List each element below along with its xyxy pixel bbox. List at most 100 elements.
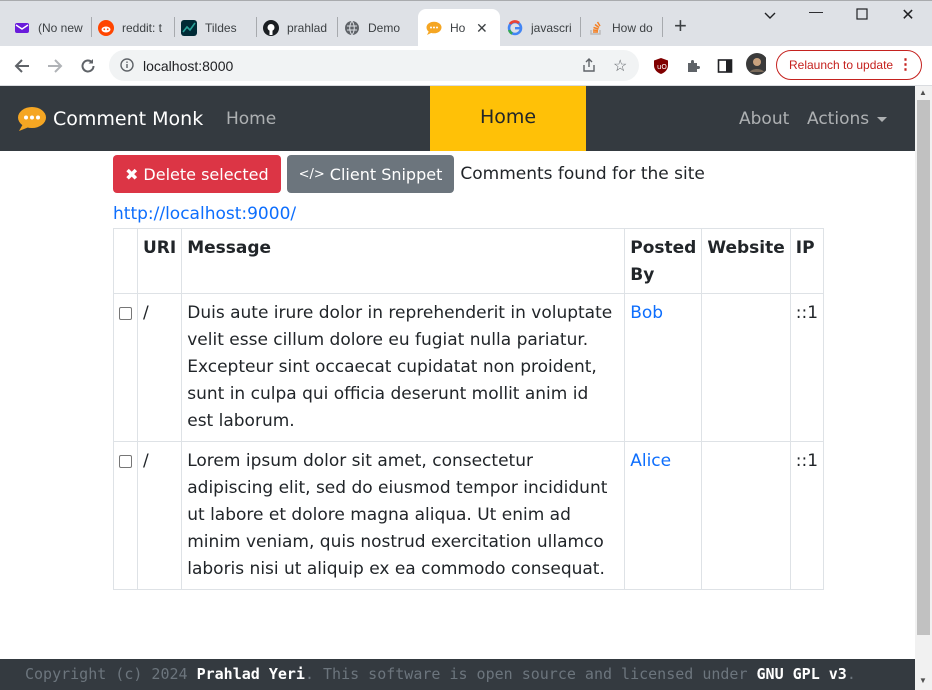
tab-label: Demo — [368, 21, 401, 35]
close-window-icon[interactable]: ✕ — [898, 5, 918, 25]
ip-cell: ::1 — [789, 441, 825, 590]
site-info-icon[interactable] — [120, 58, 134, 77]
message-cell: Lorem ipsum dolor sit amet, consectetur … — [181, 441, 626, 590]
tab-tildes[interactable]: Tildes — [181, 9, 253, 47]
tab-reddit[interactable]: reddit: t — [98, 9, 168, 47]
client-snippet-button[interactable]: </> Client Snippet — [286, 155, 455, 193]
header-website: Website — [701, 228, 791, 294]
website-cell — [701, 293, 791, 442]
comment-logo-icon — [18, 107, 46, 131]
footer-license: GNU GPL v3 — [756, 665, 847, 683]
nav-actions-label: Actions — [807, 109, 870, 129]
caret-down-icon — [877, 116, 888, 122]
browser-toolbar: localhost:8000 ☆ uO Relaunch to update ⋮ — [0, 46, 932, 86]
header-uri: URI — [136, 228, 183, 294]
tildes-icon — [181, 20, 197, 36]
relaunch-update-button[interactable]: Relaunch to update ⋮ — [776, 50, 922, 80]
header-ip: IP — [789, 228, 825, 294]
header-posted-by: Posted By — [624, 228, 703, 294]
uri-cell: / — [136, 441, 183, 590]
github-icon — [263, 20, 279, 36]
table-row: / Duis aute irure dolor in reprehenderit… — [113, 293, 825, 442]
side-panel-icon[interactable] — [715, 56, 735, 76]
comment-icon — [426, 20, 442, 36]
comments-table: URI Message Posted By Website IP / Duis … — [113, 228, 825, 590]
select-cell — [113, 293, 138, 442]
share-icon[interactable] — [581, 57, 597, 78]
ip-cell: ::1 — [789, 293, 825, 442]
globe-icon — [344, 20, 360, 36]
google-icon — [507, 20, 523, 36]
ublock-icon[interactable]: uO — [651, 56, 671, 76]
footer-suffix: . — [846, 665, 856, 683]
reddit-icon — [98, 20, 114, 36]
tab-label: Ho — [450, 21, 466, 35]
url-text[interactable]: localhost:8000 — [143, 58, 233, 74]
action-row: ✖ Delete selected </> Client Snippet Com… — [113, 155, 705, 193]
new-tab-icon[interactable]: + — [674, 15, 687, 37]
forward-icon[interactable] — [43, 54, 67, 78]
uri-cell: / — [136, 293, 183, 442]
extensions-puzzle-icon[interactable] — [683, 56, 703, 76]
page-scrollbar[interactable]: ▲ ▼ — [915, 86, 932, 690]
tab-search-chevron-icon[interactable] — [760, 7, 780, 23]
posted-by-link[interactable]: Alice — [624, 441, 703, 590]
nav-about-link[interactable]: About — [739, 109, 789, 129]
nav-home-link[interactable]: Home — [226, 109, 276, 129]
row-checkbox[interactable] — [119, 307, 132, 320]
tab-label: javascri — [531, 21, 572, 35]
scroll-up-icon[interactable]: ▲ — [919, 88, 927, 97]
tab-comment-monk[interactable]: Ho ✕ — [418, 9, 500, 47]
brand-link[interactable]: Comment Monk — [17, 106, 203, 132]
select-cell — [113, 441, 138, 590]
address-bar[interactable]: localhost:8000 ☆ — [109, 50, 639, 81]
row-checkbox[interactable] — [119, 455, 132, 468]
tab-github[interactable]: prahlad — [263, 9, 331, 47]
page-footer: Copyright (c) 2024 Prahlad Yeri. This so… — [0, 659, 915, 690]
close-icon[interactable]: ✕ — [476, 20, 488, 37]
client-snippet-label: Client Snippet — [329, 164, 443, 184]
tab-label: reddit: t — [122, 21, 163, 35]
app-navbar: Comment Monk Home Home About Actions — [0, 86, 915, 151]
tab-google[interactable]: javascri — [507, 9, 577, 47]
footer-author: Prahlad Yeri — [196, 665, 305, 683]
stackoverflow-icon — [588, 20, 604, 36]
tab-mail[interactable]: (No new — [14, 9, 84, 47]
minimize-icon[interactable]: — — [806, 3, 826, 19]
comments-found-text: Comments found for the site — [460, 164, 705, 184]
tab-demo[interactable]: Demo — [344, 9, 414, 47]
code-icon: </> — [298, 166, 325, 182]
footer-prefix: Copyright (c) 2024 — [25, 665, 197, 683]
more-menu-icon[interactable]: ⋮ — [898, 56, 913, 74]
scroll-down-icon[interactable]: ▼ — [919, 676, 927, 685]
profile-avatar[interactable] — [746, 53, 766, 75]
tab-label: prahlad — [287, 21, 328, 35]
nav-actions-dropdown[interactable]: Actions — [807, 109, 888, 129]
tab-stackoverflow[interactable]: How do — [588, 9, 658, 47]
site-url-link[interactable]: http://localhost:9000/ — [113, 204, 296, 224]
nav-home-active[interactable]: Home — [430, 86, 586, 151]
relaunch-label: Relaunch to update — [789, 58, 894, 72]
mail-icon — [14, 20, 30, 36]
maximize-icon[interactable] — [852, 7, 872, 23]
brand-name: Comment Monk — [53, 108, 204, 130]
svg-text:uO: uO — [657, 63, 667, 71]
scrollbar-thumb[interactable] — [917, 100, 930, 635]
header-select — [113, 228, 138, 294]
footer-middle: . This software is open source and licen… — [304, 665, 757, 683]
website-cell — [701, 441, 791, 590]
header-message: Message — [181, 228, 626, 294]
tab-label: (No new — [38, 21, 83, 35]
tab-label: Tildes — [205, 21, 237, 35]
posted-by-link[interactable]: Bob — [624, 293, 703, 442]
reload-icon[interactable] — [76, 54, 100, 78]
tab-label: How do — [612, 21, 653, 35]
tab-strip: (No new reddit: t Tildes prahlad Demo Ho… — [0, 0, 932, 47]
delete-selected-label: Delete selected — [143, 164, 269, 184]
message-cell: Duis aute irure dolor in reprehenderit i… — [181, 293, 626, 442]
back-icon[interactable] — [10, 54, 34, 78]
bookmark-star-icon[interactable]: ☆ — [613, 56, 627, 76]
delete-selected-button[interactable]: ✖ Delete selected — [113, 155, 281, 193]
nav-home-active-label: Home — [479, 105, 537, 128]
times-icon: ✖ — [125, 164, 139, 184]
